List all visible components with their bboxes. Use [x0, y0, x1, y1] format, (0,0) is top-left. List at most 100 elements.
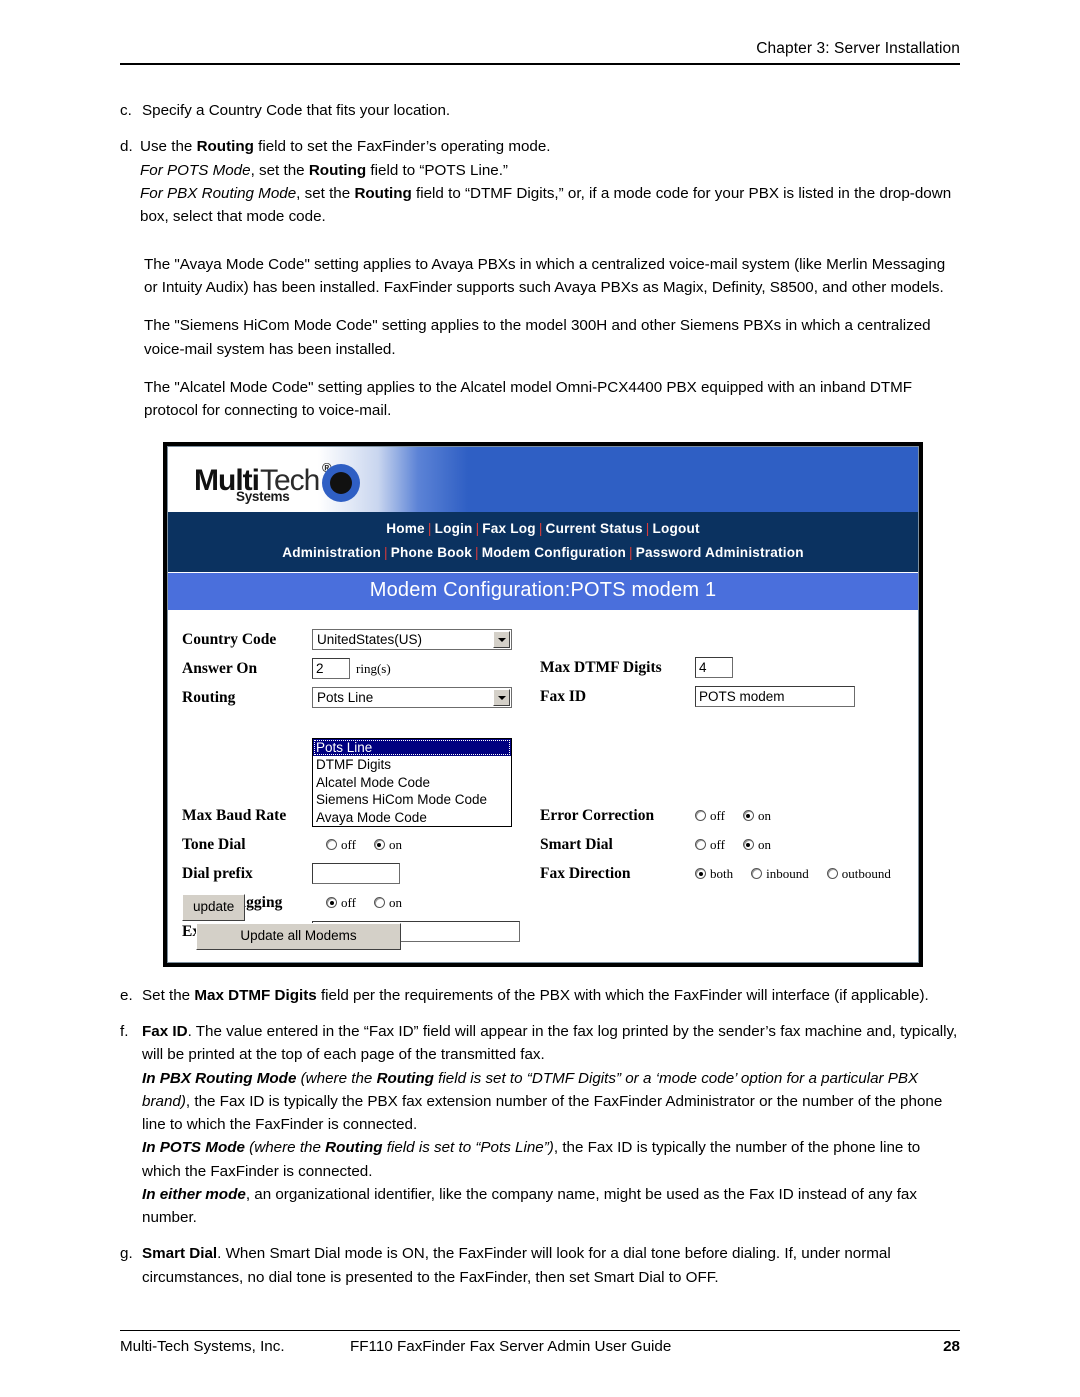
- page-footer: Multi-Tech Systems, Inc. FF110 FaxFinder…: [120, 1330, 960, 1355]
- radio-label: on: [757, 837, 771, 853]
- nav-link-modem-configuration[interactable]: Modem Configuration: [482, 545, 626, 560]
- field-fax-id: Fax ID POTS modem: [540, 683, 920, 711]
- error-correction-radio-on[interactable]: on: [742, 806, 771, 826]
- text-fragment: , set the: [250, 161, 309, 179]
- error-correction-label: Error Correction: [540, 807, 655, 825]
- fax-debugging-radio-off[interactable]: off: [326, 893, 356, 913]
- fax-id-label: Fax ID: [540, 688, 587, 706]
- fax-debugging-radio-on[interactable]: on: [373, 893, 402, 913]
- routing-select[interactable]: Pots Line: [312, 687, 512, 709]
- fax-id-input[interactable]: POTS modem: [695, 686, 855, 708]
- radio-icon: [326, 897, 337, 909]
- max-baud-rate-label: Max Baud Rate: [182, 807, 287, 825]
- item-f-either-mode: In either mode, an organizational identi…: [142, 1183, 960, 1230]
- chevron-down-icon[interactable]: [493, 689, 510, 707]
- list-marker: c.: [120, 102, 132, 119]
- pbx-mode-italic: For PBX Routing Mode: [140, 184, 297, 202]
- radio-icon: [742, 810, 754, 822]
- nav-separator: |: [383, 544, 388, 560]
- list-item-e-text: Set the Max DTMF Digits field per the re…: [142, 984, 960, 1007]
- max-dtmf-digits-bold: Max DTMF Digits: [194, 986, 317, 1004]
- field-fax-direction: Fax Direction both inbound outbound: [540, 860, 920, 888]
- footer-page-number: 28: [943, 1338, 960, 1355]
- nav-link-administration[interactable]: Administration: [282, 545, 381, 560]
- nav-row-primary: Home | Login | Fax Log | Current Status | Logout: [168, 517, 918, 541]
- nav-row-secondary: Administration | Phone Book | Modem Configur…: [168, 541, 918, 565]
- item-d-line-1: Use the Routing field to set the FaxFind…: [140, 135, 960, 158]
- dial-prefix-input[interactable]: [312, 863, 400, 885]
- country-code-label: Country Code: [182, 631, 277, 649]
- text-fragment: (where the: [296, 1069, 377, 1087]
- routing-option-siemens-hicom-mode-code[interactable]: Siemens HiCom Mode Code: [313, 791, 511, 809]
- pots-mode-bolditalic: In POTS Mode: [142, 1139, 245, 1157]
- update-button[interactable]: update: [182, 893, 246, 921]
- footer-company: Multi-Tech Systems, Inc.: [120, 1338, 285, 1355]
- routing-dropdown-list[interactable]: Pots Line DTMF Digits Alcatel Mode Code …: [312, 737, 512, 828]
- list-item-g-text: Smart Dial. When Smart Dial mode is ON, …: [142, 1242, 960, 1289]
- list-marker: d.: [120, 138, 133, 156]
- list-marker: e.: [120, 986, 133, 1004]
- radio-label: on: [388, 895, 402, 911]
- nav-link-home[interactable]: Home: [386, 521, 425, 536]
- error-correction-radio-off[interactable]: off: [695, 806, 725, 826]
- nav-link-password-administration[interactable]: Password Administration: [636, 545, 804, 560]
- tone-dial-radio-on[interactable]: on: [373, 835, 402, 855]
- routing-bold: Routing: [354, 184, 412, 202]
- footer-row: Multi-Tech Systems, Inc. FF110 FaxFinder…: [120, 1338, 960, 1355]
- item-d-line-3: For PBX Routing Mode, set the Routing fi…: [140, 182, 960, 229]
- radio-label: outbound: [841, 866, 891, 882]
- field-routing: Routing Pots Line: [182, 684, 542, 712]
- text-fragment: field to “POTS Line.”: [366, 161, 508, 179]
- nav-link-logout[interactable]: Logout: [653, 521, 700, 536]
- brand-banner: Multi Tech ® Systems: [168, 446, 918, 512]
- radio-icon: [742, 839, 754, 851]
- max-dtmf-digits-label: Max DTMF Digits: [540, 659, 662, 677]
- max-dtmf-digits-input[interactable]: 4: [695, 657, 733, 679]
- routing-option-alcatel-mode-code[interactable]: Alcatel Mode Code: [313, 774, 511, 792]
- radio-icon: [373, 839, 385, 851]
- logo-circle-icon: [322, 463, 360, 502]
- text-fragment: , the Fax ID is typically the PBX fax ex…: [142, 1092, 943, 1134]
- country-code-select[interactable]: UnitedStates(US): [312, 629, 512, 651]
- routing-option-dtmf-digits[interactable]: DTMF Digits: [313, 756, 511, 774]
- radio-icon: [826, 868, 838, 880]
- nav-link-phone-book[interactable]: Phone Book: [391, 545, 472, 560]
- text-fragment: , set the: [296, 184, 355, 202]
- smart-dial-bold: Smart Dial: [142, 1245, 218, 1263]
- list-item-f: f. Fax ID. The value entered in the “Fax…: [120, 1020, 960, 1229]
- smart-dial-radio-on[interactable]: on: [742, 835, 771, 855]
- field-tone-dial: Tone Dial off on: [182, 831, 542, 859]
- pots-mode-italic: For POTS Mode: [140, 161, 251, 179]
- radio-label: off: [710, 837, 725, 853]
- smart-dial-radio-group: off on: [695, 835, 789, 855]
- answer-on-input[interactable]: 2: [312, 658, 350, 680]
- tone-dial-radio-off[interactable]: off: [326, 835, 356, 855]
- nav-separator: |: [427, 520, 432, 536]
- nav-link-fax-log[interactable]: Fax Log: [482, 521, 536, 536]
- document-body: c. Specify a Country Code that fits your…: [120, 99, 960, 1289]
- routing-option-pots-line[interactable]: Pots Line: [313, 738, 511, 757]
- nav-link-current-status[interactable]: Current Status: [546, 521, 643, 536]
- nav-separator: |: [629, 544, 633, 560]
- fax-direction-radio-inbound[interactable]: inbound: [751, 864, 809, 884]
- routing-bold: Routing: [308, 161, 367, 179]
- list-item-d-text: Use the Routing field to set the FaxFind…: [140, 135, 960, 228]
- nav-link-login[interactable]: Login: [435, 521, 473, 536]
- fax-direction-radio-outbound[interactable]: outbound: [826, 864, 891, 884]
- radio-icon: [695, 868, 706, 880]
- form-left-column: Country Code UnitedStates(US) Answer On …: [182, 626, 542, 943]
- smart-dial-radio-off[interactable]: off: [695, 835, 725, 855]
- update-all-modems-button[interactable]: Update all Modems: [196, 922, 401, 950]
- header-rule: [120, 63, 960, 65]
- item-f-pots-mode: In POTS Mode (where the Routing field is…: [142, 1136, 960, 1183]
- fax-direction-radio-both[interactable]: both: [695, 864, 733, 884]
- list-item-g: g. Smart Dial. When Smart Dial mode is O…: [120, 1242, 960, 1289]
- radio-label: inbound: [766, 866, 809, 882]
- text-fragment: . The value entered in the “Fax ID” fiel…: [142, 1023, 958, 1064]
- error-correction-radio-group: off on: [695, 806, 789, 826]
- chevron-down-icon[interactable]: [493, 631, 510, 649]
- routing-option-avaya-mode-code[interactable]: Avaya Mode Code: [313, 809, 511, 827]
- list-marker: f.: [120, 1023, 129, 1041]
- item-d-line-2: For POTS Mode, set the Routing field to …: [140, 159, 960, 182]
